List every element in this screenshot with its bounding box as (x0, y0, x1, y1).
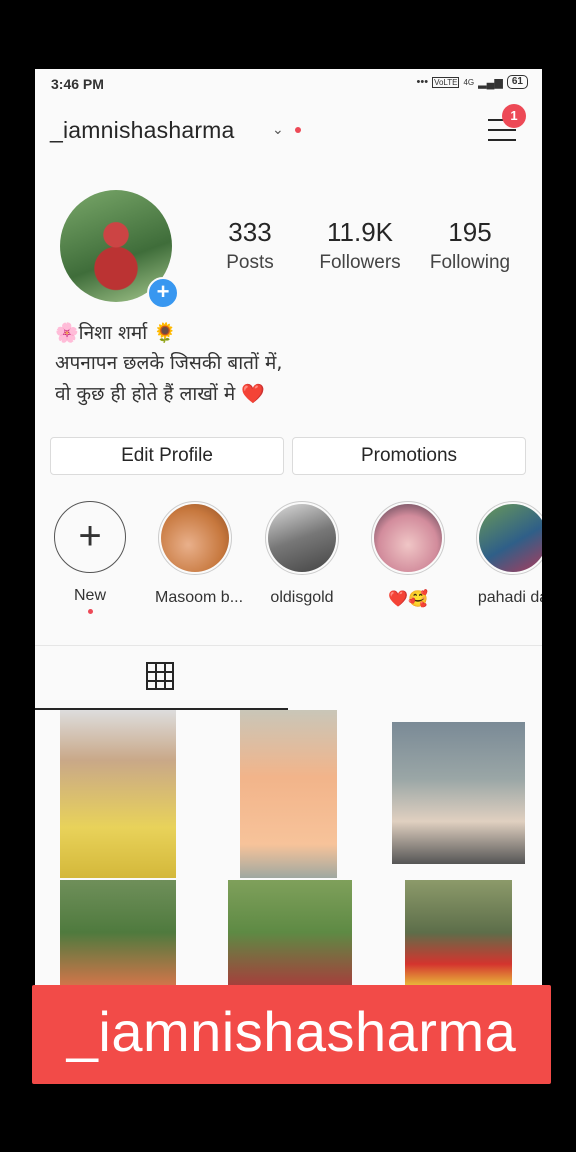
add-story-icon[interactable]: + (147, 277, 179, 309)
edit-profile-button[interactable]: Edit Profile (50, 437, 284, 475)
username-switcher[interactable]: _iamnishasharma (50, 117, 235, 144)
notification-badge: 1 (502, 104, 526, 128)
hamburger-line (488, 129, 516, 131)
highlight-cover (265, 501, 339, 575)
highlight-label: oldisgold (270, 589, 334, 606)
post-thumbnail[interactable] (60, 710, 176, 878)
highlight-label: Masoom b... (155, 589, 244, 606)
tab-tagged[interactable] (289, 646, 542, 708)
stat-label: Followers (319, 252, 401, 273)
stat-following[interactable]: 195 Following (423, 217, 517, 274)
more-dots-icon: ••• (416, 76, 429, 88)
new-indicator-dot (87, 609, 93, 614)
profile-header: _iamnishasharma ⌄ 1 (35, 104, 542, 153)
highlight-item[interactable]: ❤️🥰 (368, 501, 448, 609)
tab-grid[interactable] (35, 646, 288, 710)
stat-label: Posts (226, 252, 274, 273)
signal-icon: ▂▄▆ (478, 76, 503, 89)
highlight-item[interactable]: pahadi da (473, 501, 542, 607)
network-label: 4G (463, 77, 475, 87)
app-screen: 3:46 PM ••• VoLTE 4G ▂▄▆ 61 _iamnishasha… (35, 69, 542, 985)
status-time: 3:46 PM (51, 76, 104, 92)
stat-followers[interactable]: 11.9K Followers (310, 217, 410, 274)
plus-icon: + (54, 501, 126, 573)
profile-tabs (35, 645, 542, 710)
bio-name: 🌸निशा शर्मा 🌻 (55, 322, 177, 344)
chevron-down-icon[interactable]: ⌄ (272, 121, 284, 138)
highlight-cover (476, 501, 542, 575)
status-icons: ••• VoLTE 4G ▂▄▆ 61 (416, 75, 528, 89)
highlight-label: New (73, 587, 106, 604)
highlight-new[interactable]: + New (50, 501, 130, 614)
stat-value: 333 (228, 217, 272, 247)
status-bar: 3:46 PM ••• VoLTE 4G ▂▄▆ 61 (35, 69, 542, 99)
caption-banner: _iamnishasharma (32, 985, 551, 1084)
bio-line: अपनापन छलके जिसकी बातों में, (55, 352, 283, 374)
stat-value: 195 (448, 217, 492, 247)
post-thumbnail[interactable] (240, 710, 337, 878)
stat-posts[interactable]: 333 Posts (205, 217, 295, 274)
stat-value: 11.9K (326, 217, 393, 247)
highlight-item[interactable]: oldisgold (262, 501, 342, 607)
account-notification-dot (295, 127, 301, 133)
promotions-button[interactable]: Promotions (292, 437, 526, 475)
hamburger-line (488, 139, 516, 141)
grid-icon (146, 662, 174, 690)
post-thumbnail[interactable] (60, 880, 176, 985)
bio-line: वो कुछ ही होते हैं लाखों मे ❤️ (55, 383, 265, 405)
stat-label: Following (429, 252, 511, 273)
highlight-cover (158, 501, 232, 575)
highlight-cover (371, 501, 445, 575)
highlight-label: pahadi da (477, 589, 542, 606)
volte-icon: VoLTE (432, 76, 460, 88)
post-thumbnail[interactable] (228, 880, 352, 985)
caption-text: _iamnishasharma (66, 1000, 517, 1063)
highlight-label: ❤️🥰 (388, 591, 428, 608)
post-thumbnail[interactable] (392, 722, 525, 864)
highlight-item[interactable]: Masoom b... (155, 501, 244, 607)
post-thumbnail[interactable] (405, 880, 512, 985)
battery-icon: 61 (506, 75, 528, 89)
